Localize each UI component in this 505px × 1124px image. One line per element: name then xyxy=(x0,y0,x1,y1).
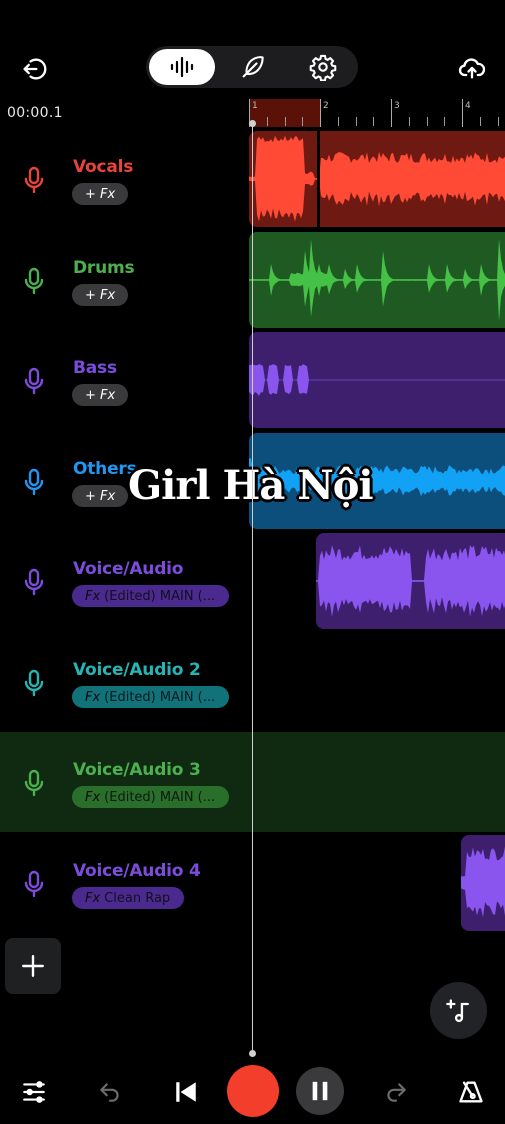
fx-prefix: Fx xyxy=(85,588,101,604)
fx-preset-button[interactable]: Fx (Edited) MAIN (... xyxy=(72,585,229,607)
bar-number: 2 xyxy=(323,101,329,111)
waveform xyxy=(249,135,505,222)
ruler-beat-tick xyxy=(408,117,410,126)
ruler-bar-tick xyxy=(391,99,392,127)
fx-label: + Fx xyxy=(85,287,116,303)
sliders-icon xyxy=(23,1081,45,1103)
ruler-beat-tick xyxy=(302,117,304,126)
ruler-beat-tick xyxy=(337,117,339,126)
fx-label: + Fx xyxy=(85,387,116,403)
microphone-icon[interactable] xyxy=(22,568,46,596)
add-track-button[interactable] xyxy=(5,938,61,994)
fx-label: + Fx xyxy=(85,186,116,202)
record-button[interactable] xyxy=(227,1065,279,1117)
fx-prefix: Fx xyxy=(85,689,101,705)
audio-clip[interactable] xyxy=(249,332,505,428)
undo-button[interactable] xyxy=(92,1074,128,1110)
upload-button[interactable] xyxy=(452,50,492,86)
mixer-button[interactable] xyxy=(16,1074,52,1110)
tab-settings[interactable] xyxy=(292,49,354,85)
ruler-beat-tick xyxy=(355,117,357,126)
ruler-beat-tick xyxy=(373,117,375,126)
fx-preset-button[interactable]: Fx (Edited) MAIN (... xyxy=(72,686,229,708)
audio-clip[interactable] xyxy=(249,131,505,227)
audio-clip[interactable] xyxy=(249,232,505,328)
ruler-beat-tick xyxy=(284,117,286,126)
back-button[interactable] xyxy=(16,52,52,86)
fx-prefix: Fx xyxy=(85,789,101,805)
tab-waveform-icon-wrap[interactable] xyxy=(149,49,215,85)
pause-button[interactable] xyxy=(296,1067,344,1115)
undo-icon xyxy=(100,1083,119,1102)
add-music-button[interactable] xyxy=(430,982,487,1039)
bar-number: 1 xyxy=(252,101,258,111)
microphone-icon[interactable] xyxy=(22,267,46,295)
ruler-beat-tick xyxy=(479,117,481,126)
skip-to-start-icon xyxy=(176,1082,196,1102)
microphone-icon[interactable] xyxy=(22,870,46,898)
redo-icon xyxy=(387,1083,406,1102)
ruler-beat-tick xyxy=(497,117,499,126)
fx-label: + Fx xyxy=(85,488,116,504)
fx-preset-name: (Edited) MAIN (... xyxy=(104,588,216,604)
microphone-icon[interactable] xyxy=(22,769,46,797)
track-name[interactable]: Drums xyxy=(73,258,135,278)
track-name[interactable]: Voice/Audio 3 xyxy=(73,760,201,780)
microphone-icon[interactable] xyxy=(22,669,46,697)
add-fx-button[interactable]: + Fx xyxy=(72,485,129,507)
add-fx-button[interactable]: + Fx xyxy=(72,183,129,205)
plus-icon xyxy=(22,955,44,977)
track-name[interactable]: Voice/Audio xyxy=(73,559,183,579)
playhead-line[interactable] xyxy=(252,123,253,1053)
track-name[interactable]: Bass xyxy=(73,358,117,378)
metronome-icon xyxy=(459,1081,483,1103)
track-name[interactable]: Voice/Audio 2 xyxy=(73,660,201,680)
audio-clip[interactable] xyxy=(316,533,505,629)
waveform xyxy=(316,545,505,617)
track-name[interactable]: Vocals xyxy=(73,157,133,177)
fx-preset-button[interactable]: Fx Clean Rap xyxy=(72,887,184,909)
microphone-icon[interactable] xyxy=(22,468,46,496)
ruler-bar-tick xyxy=(320,99,321,127)
ruler-beat-tick xyxy=(444,117,446,126)
clip-split-marker xyxy=(317,131,320,227)
fx-preset-name: (Edited) MAIN (... xyxy=(104,689,216,705)
waveform xyxy=(249,364,505,396)
exit-arrow-icon xyxy=(23,58,47,80)
ruler-bar-tick xyxy=(462,99,463,127)
tab-lyrics[interactable] xyxy=(222,49,284,85)
microphone-icon[interactable] xyxy=(22,367,46,395)
feather-icon xyxy=(242,56,264,78)
bar-number: 4 xyxy=(465,101,471,111)
audio-clip[interactable] xyxy=(461,835,505,931)
ruler-beat-tick xyxy=(426,117,428,126)
track-name[interactable]: Voice/Audio 4 xyxy=(73,861,201,881)
time-display: 00:00.1 xyxy=(7,105,63,121)
video-caption-overlay: Girl Hà Nội xyxy=(128,462,374,509)
playhead-top-handle[interactable] xyxy=(249,120,256,127)
timeline-ruler[interactable]: 1 2 3 4 xyxy=(249,99,505,127)
add-fx-button[interactable]: + Fx xyxy=(72,384,129,406)
redo-button[interactable] xyxy=(378,1074,414,1110)
rewind-button[interactable] xyxy=(168,1074,204,1110)
fx-preset-button[interactable]: Fx (Edited) MAIN (... xyxy=(72,786,229,808)
fx-preset-name: Clean Rap xyxy=(104,890,171,906)
add-fx-button[interactable]: + Fx xyxy=(72,284,129,306)
fx-preset-name: (Edited) MAIN (... xyxy=(104,789,216,805)
metronome-button[interactable] xyxy=(453,1074,489,1110)
track-name[interactable]: Others xyxy=(73,459,137,479)
pause-icon xyxy=(312,1081,328,1101)
cloud-upload-icon xyxy=(458,58,486,79)
gear-icon xyxy=(309,54,337,81)
waveform-icon xyxy=(170,56,194,78)
bar-number: 3 xyxy=(394,101,400,111)
waveform xyxy=(249,239,505,321)
fx-prefix: Fx xyxy=(85,890,101,906)
playhead-bottom-handle[interactable] xyxy=(249,1050,256,1057)
ruler-beat-tick xyxy=(266,117,268,126)
add-music-note-icon xyxy=(445,998,469,1022)
waveform xyxy=(461,846,505,918)
microphone-icon[interactable] xyxy=(22,166,46,194)
